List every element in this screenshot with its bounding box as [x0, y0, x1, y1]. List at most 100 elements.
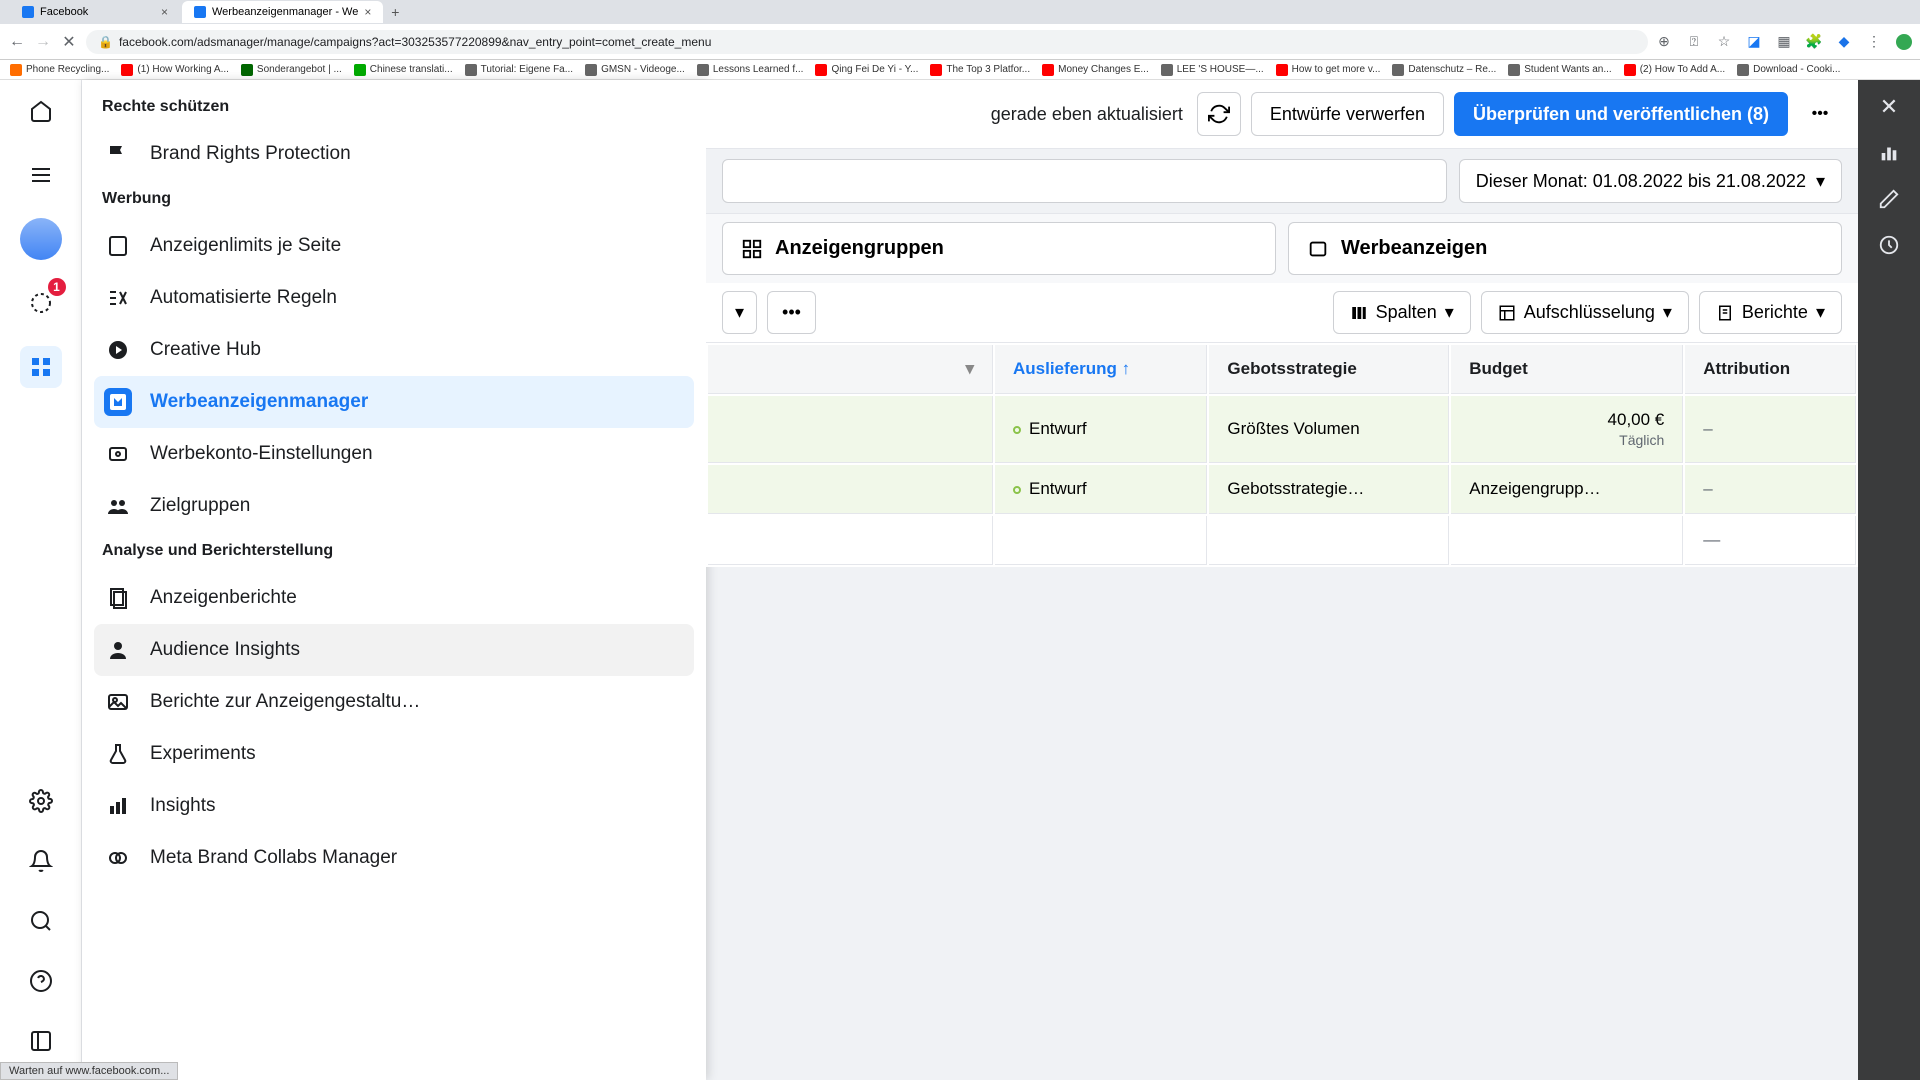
bars-icon — [104, 792, 132, 820]
notifications-icon[interactable]: 1 — [20, 282, 62, 324]
menu-item-ad-reports[interactable]: Anzeigenberichte — [94, 572, 694, 624]
rules-icon — [104, 284, 132, 312]
close-tab-icon[interactable]: × — [161, 5, 168, 19]
extension-icon[interactable]: ▦ — [1776, 34, 1792, 50]
breakdown-button[interactable]: Aufschlüsselung▾ — [1481, 291, 1689, 334]
menu-item-experiments[interactable]: Experiments — [94, 728, 694, 780]
menu-item-brand-collabs[interactable]: Meta Brand Collabs Manager — [94, 832, 694, 884]
star-icon[interactable]: ☆ — [1716, 34, 1732, 50]
share-icon[interactable]: ⍰ — [1686, 34, 1702, 50]
columns-button[interactable]: Spalten▾ — [1333, 291, 1471, 334]
bookmark[interactable]: LEE 'S HOUSE—... — [1161, 64, 1264, 76]
puzzle-icon[interactable]: 🧩 — [1806, 34, 1822, 50]
fb-extension-icon[interactable]: ◪ — [1746, 34, 1762, 50]
home-icon[interactable] — [20, 90, 62, 132]
menu-item-creative-hub[interactable]: Creative Hub — [94, 324, 694, 376]
column-header-bid[interactable]: Gebotsstrategie — [1209, 345, 1449, 394]
ads-icon — [104, 388, 132, 416]
back-button[interactable]: ← — [8, 33, 26, 51]
table-row[interactable]: Entwurf Gebotsstrategie… Anzeigengrupp… … — [708, 465, 1856, 514]
discard-drafts-button[interactable]: Entwürfe verwerfen — [1251, 92, 1444, 136]
column-header-budget[interactable]: Budget — [1451, 345, 1683, 394]
menu-item-brand-rights[interactable]: Brand Rights Protection — [94, 128, 694, 180]
collapse-icon[interactable] — [20, 1020, 62, 1062]
bookmark[interactable]: Phone Recycling... — [10, 64, 109, 76]
forward-button[interactable]: → — [34, 33, 52, 51]
menu-item-insights[interactable]: Insights — [94, 780, 694, 832]
dropdown-button[interactable]: ▾ — [722, 291, 757, 334]
refresh-button[interactable] — [1197, 92, 1241, 136]
search-filter-field[interactable] — [722, 159, 1447, 203]
table-summary-row: — — [708, 516, 1856, 565]
bookmark[interactable]: Money Changes E... — [1042, 64, 1149, 76]
edit-icon[interactable] — [1878, 188, 1900, 210]
tab-adsets[interactable]: Anzeigengruppen — [722, 222, 1276, 275]
new-tab-button[interactable]: + — [385, 4, 405, 20]
menu-item-ad-limits[interactable]: Anzeigenlimits je Seite — [94, 220, 694, 272]
more-button[interactable]: ••• — [767, 291, 816, 334]
browser-tab[interactable]: Facebook × — [10, 1, 180, 23]
bookmark[interactable]: Tutorial: Eigene Fa... — [465, 64, 573, 76]
menu-item-ad-account-settings[interactable]: Werbekonto-Einstellungen — [94, 428, 694, 480]
charts-icon[interactable] — [1878, 142, 1900, 164]
column-header-name[interactable]: ▾ — [708, 345, 993, 394]
extension-icon[interactable]: ◆ — [1836, 34, 1852, 50]
menu-item-audiences[interactable]: Zielgruppen — [94, 480, 694, 532]
page-icon — [104, 232, 132, 260]
hamburger-icon[interactable] — [20, 154, 62, 196]
more-icon[interactable]: ••• — [1798, 92, 1842, 136]
bookmark[interactable]: Chinese translati... — [354, 64, 453, 76]
tab-ads[interactable]: Werbeanzeigen — [1288, 222, 1842, 275]
review-publish-button[interactable]: Überprüfen und veröffentlichen (8) — [1454, 92, 1788, 136]
bookmark[interactable]: The Top 3 Platfor... — [930, 64, 1030, 76]
bookmark[interactable]: (1) How Working A... — [121, 64, 229, 76]
account-avatar[interactable] — [20, 218, 62, 260]
profile-avatar[interactable] — [1896, 34, 1912, 50]
bookmark[interactable]: Download - Cooki... — [1737, 64, 1840, 76]
settings-icon[interactable] — [20, 780, 62, 822]
column-header-delivery[interactable]: Auslieferung ↑ — [995, 345, 1207, 394]
history-icon[interactable] — [1878, 234, 1900, 256]
menu-item-label: Berichte zur Anzeigengestaltu… — [150, 691, 420, 713]
bookmark[interactable]: (2) How To Add A... — [1624, 64, 1725, 76]
search-icon[interactable] — [20, 900, 62, 942]
reload-icon[interactable]: ✕ — [60, 33, 78, 51]
url-field[interactable]: 🔒 facebook.com/adsmanager/manage/campaig… — [86, 30, 1648, 54]
bookmark[interactable]: Student Wants an... — [1508, 64, 1611, 76]
menu-icon[interactable]: ⋮ — [1866, 34, 1882, 50]
bookmark[interactable]: Sonderangebot | ... — [241, 64, 342, 76]
date-range-button[interactable]: Dieser Monat: 01.08.2022 bis 21.08.2022 … — [1459, 159, 1842, 203]
flask-icon — [104, 740, 132, 768]
menu-item-creative-reporting[interactable]: Berichte zur Anzeigengestaltu… — [94, 676, 694, 728]
notification-badge: 1 — [48, 278, 66, 296]
bell-icon[interactable] — [20, 840, 62, 882]
close-tab-icon[interactable]: × — [364, 5, 371, 19]
ads-manager-icon[interactable] — [20, 346, 62, 388]
menu-item-label: Werbeanzeigenmanager — [150, 391, 368, 413]
chevron-down-icon: ▾ — [1816, 171, 1825, 192]
menu-item-automated-rules[interactable]: Automatisierte Regeln — [94, 272, 694, 324]
menu-item-audience-insights[interactable]: Audience Insights — [94, 624, 694, 676]
bookmark[interactable]: Datenschutz – Re... — [1392, 64, 1496, 76]
budget-value: 40,00 € — [1608, 410, 1665, 429]
bid-value: Größtes Volumen — [1209, 396, 1449, 463]
table-toolbar: ▾ ••• Spalten▾ Aufschlüsselung▾ Berichte… — [706, 283, 1858, 343]
right-panel-rail: ✕ — [1858, 80, 1920, 1080]
menu-item-label: Brand Rights Protection — [150, 143, 351, 165]
chevron-down-icon: ▾ — [1663, 302, 1672, 323]
bookmark[interactable]: GMSN - Videoge... — [585, 64, 685, 76]
chevron-down-icon: ▾ — [1445, 302, 1454, 323]
table-row[interactable]: Entwurf Größtes Volumen 40,00 €Täglich – — [708, 396, 1856, 463]
menu-item-ads-manager[interactable]: Werbeanzeigenmanager — [94, 376, 694, 428]
zoom-icon[interactable]: ⊕ — [1656, 34, 1672, 50]
bookmark[interactable]: How to get more v... — [1276, 64, 1381, 76]
help-icon[interactable] — [20, 960, 62, 1002]
reports-button[interactable]: Berichte▾ — [1699, 291, 1842, 334]
close-panel-icon[interactable]: ✕ — [1878, 96, 1900, 118]
browser-tab-active[interactable]: Werbeanzeigenmanager - We × — [182, 1, 383, 23]
bookmark[interactable]: Qing Fei De Yi - Y... — [815, 64, 918, 76]
column-header-attribution[interactable]: Attribution — [1685, 345, 1856, 394]
bookmark[interactable]: Lessons Learned f... — [697, 64, 804, 76]
menu-item-label: Creative Hub — [150, 339, 261, 361]
menu-item-label: Zielgruppen — [150, 495, 250, 517]
